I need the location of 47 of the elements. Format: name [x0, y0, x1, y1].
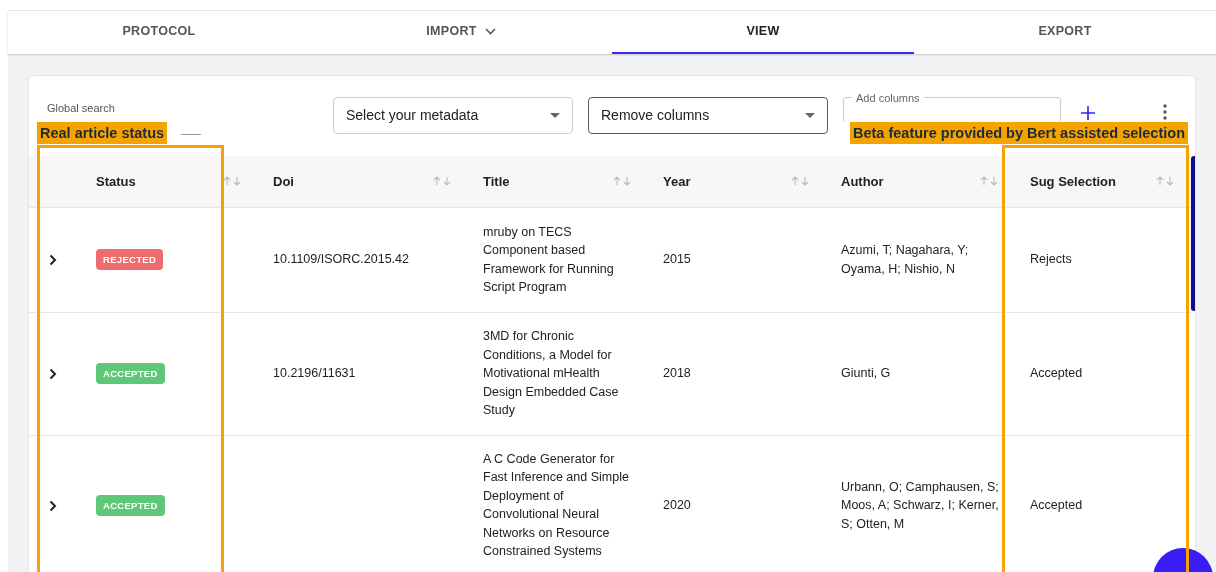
- sort-icon[interactable]: [980, 176, 1000, 187]
- table-cell: mruby on TECS Component based Framework for Running Script Program: [483, 224, 614, 294]
- tab[interactable]: EXPORT: [914, 11, 1216, 54]
- tab[interactable]: VIEW: [612, 11, 914, 54]
- more-icon[interactable]: [1163, 104, 1167, 120]
- table-cell: Giunti, G: [841, 366, 891, 381]
- column-header[interactable]: Doi: [273, 171, 294, 191]
- add-icon[interactable]: [1081, 106, 1095, 120]
- annotation-label: Beta feature provided by Bert assisted selection: [850, 122, 1188, 144]
- table-cell: Rejects: [1030, 252, 1072, 267]
- sort-icon[interactable]: [791, 176, 811, 187]
- expand-icon[interactable]: [49, 499, 57, 512]
- metadata-select[interactable]: Select your metadata: [333, 97, 573, 134]
- table-cell: 10.1109/ISORC.2015.42: [273, 252, 409, 267]
- table-cell: 2020: [663, 498, 691, 512]
- sort-icon[interactable]: [223, 176, 243, 187]
- expand-icon[interactable]: [49, 367, 57, 380]
- table-cell: Urbann, O; Camphausen, S; Moos, A; Schwarz, I; Kerner, S; Otten, M: [841, 479, 999, 531]
- table-cell: Azumi, T; Nagahara, Y; Oyama, H; Nishio, N: [841, 243, 969, 276]
- search-label: Global search: [47, 101, 116, 116]
- table-cell: 2018: [663, 366, 691, 381]
- sort-icon[interactable]: [433, 176, 453, 187]
- status-badge: ACCEPTED: [96, 494, 165, 516]
- table-cell: Accepted: [1030, 498, 1083, 512]
- tab[interactable]: PROTOCOL: [8, 11, 310, 54]
- table-cell: Accepted: [1030, 366, 1083, 381]
- table-cell: 2015: [663, 252, 691, 267]
- annotation-label: Real article status: [37, 122, 168, 144]
- tab[interactable]: IMPORT: [310, 11, 612, 54]
- table-cell: A C Code Generator for Fast Inference and Simple Deployment of Convolutional Neural Networks on Resource Constrained Systems: [483, 451, 629, 559]
- columns-select[interactable]: Remove columns: [588, 97, 828, 134]
- dropdown-icon: [805, 112, 815, 119]
- column-header[interactable]: Title: [483, 171, 510, 191]
- column-header[interactable]: Status: [96, 171, 136, 191]
- sort-icon[interactable]: [613, 176, 633, 187]
- column-header[interactable]: Sug Selection: [1030, 171, 1116, 191]
- sort-icon[interactable]: [1156, 176, 1176, 187]
- column-header[interactable]: Year: [663, 171, 691, 191]
- chevron-down-icon: [484, 28, 496, 35]
- status-badge: ACCEPTED: [96, 363, 165, 384]
- leader-line: [181, 134, 201, 135]
- table-cell: 3MD for Chronic Conditions, a Model for Motivational mHealth Design Embedded Case Study: [483, 329, 619, 418]
- dropdown-icon: [550, 112, 560, 119]
- table-cell: 10.2196/11631: [273, 366, 356, 381]
- expand-icon[interactable]: [49, 253, 57, 266]
- status-badge: REJECTED: [96, 249, 164, 270]
- column-header[interactable]: Author: [841, 171, 884, 191]
